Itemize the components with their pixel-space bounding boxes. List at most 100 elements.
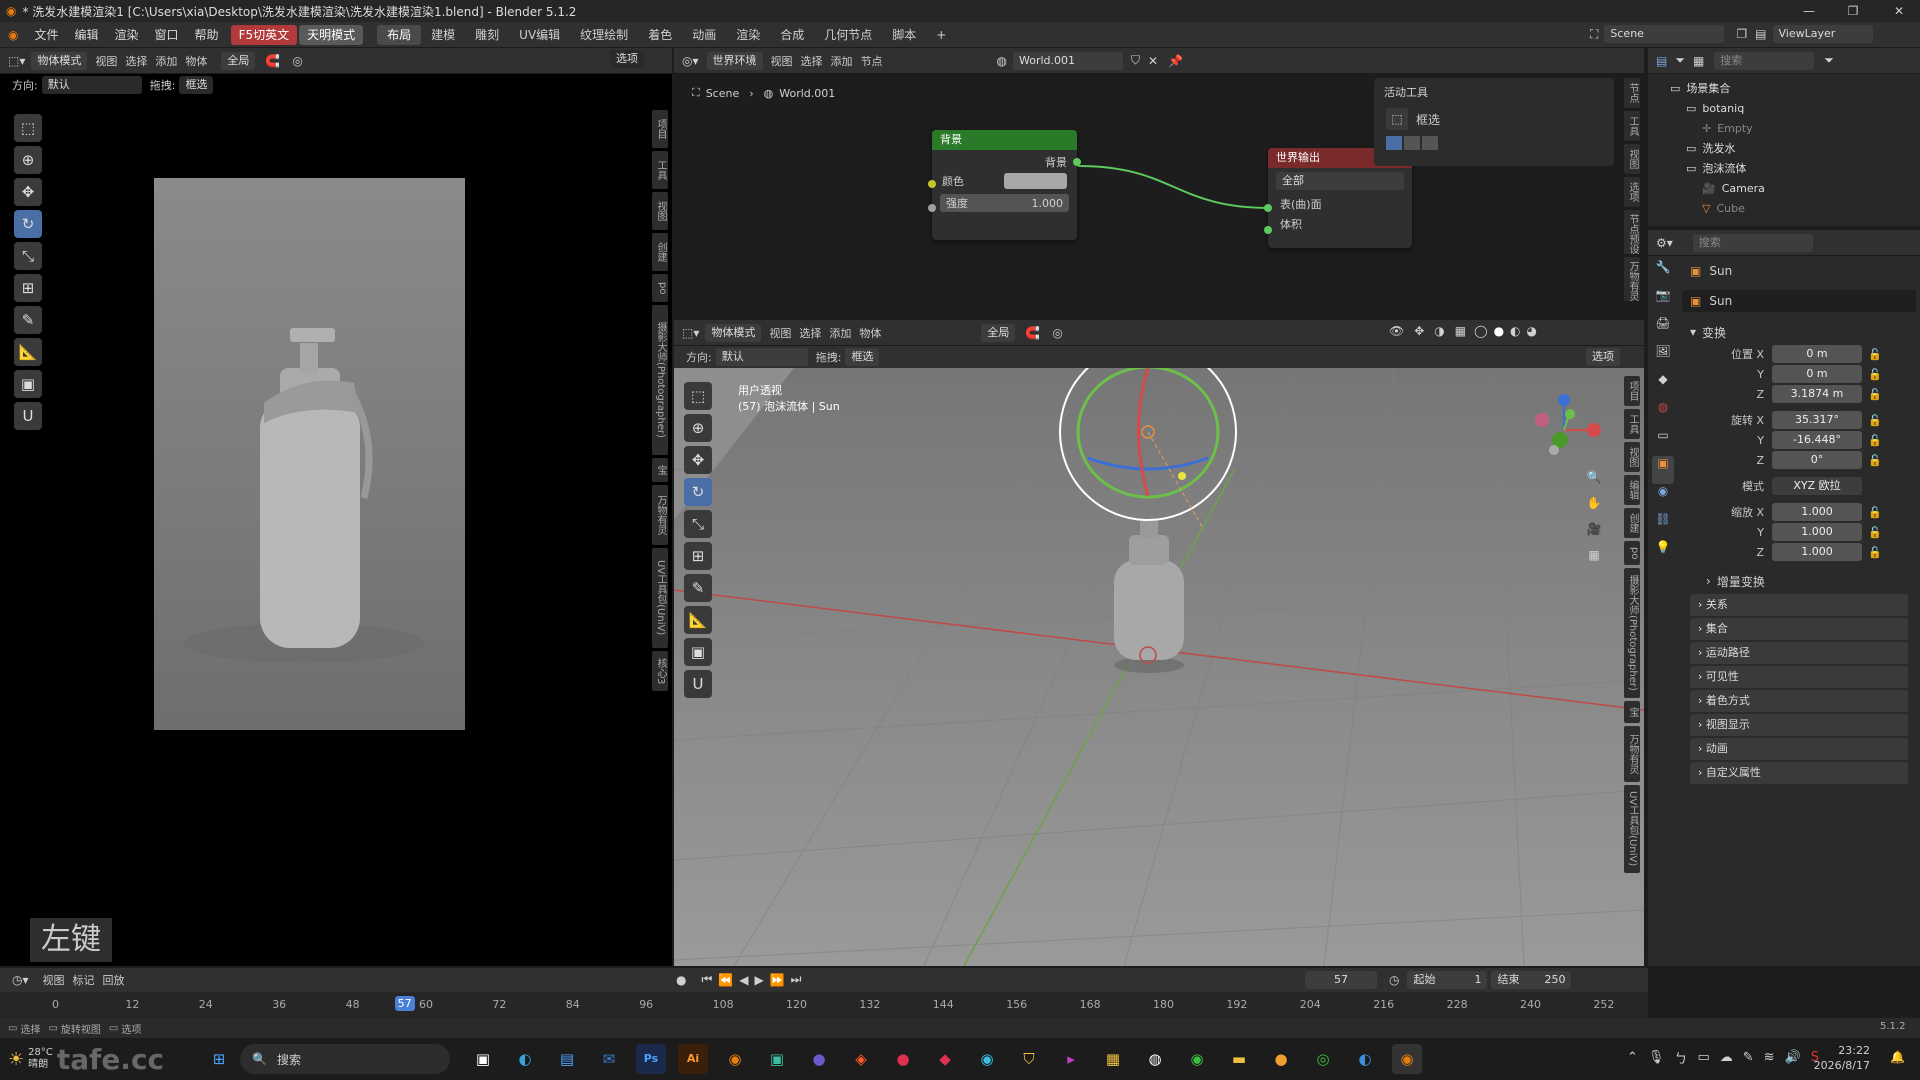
strength-field[interactable]: 强度 1.000 (940, 194, 1069, 212)
box-select-icon[interactable]: ⬚ (1386, 108, 1408, 130)
tab-item[interactable]: 项目 (652, 110, 668, 148)
vp-cursor-tool-icon[interactable]: ⊕ (684, 414, 712, 442)
tab-bao[interactable]: 宝 (652, 458, 668, 482)
tab-scripting[interactable]: 脚本 (882, 25, 926, 45)
object-name[interactable]: Sun (1709, 264, 1732, 278)
tab-geometry-nodes[interactable]: 几何节点 (814, 25, 882, 45)
tab-photographer[interactable]: 摄影大师(Photographer) (652, 305, 668, 455)
play-icon[interactable]: ▶ (754, 973, 763, 987)
add-cube-tool-icon[interactable]: ▣ (14, 370, 42, 398)
solid-shading-icon[interactable]: ● (1494, 324, 1504, 338)
rotation-x-field[interactable]: 35.317° (1772, 411, 1862, 429)
tab-node[interactable]: 节点 (1624, 78, 1640, 108)
select-mode-subtract-icon[interactable] (1422, 136, 1438, 150)
viewport-proportional-icon[interactable]: ◎ (1052, 326, 1062, 340)
app-orb-icon[interactable]: ● (804, 1044, 834, 1074)
menu-select[interactable]: 选择 (125, 53, 147, 69)
record-icon[interactable]: ● (676, 973, 686, 987)
outliner-search[interactable]: 搜索 (1714, 51, 1815, 70)
panel-relations[interactable]: › 关系 (1690, 594, 1908, 616)
tab-wanwu[interactable]: 万物有灵 (652, 485, 668, 545)
scene-selector[interactable]: Scene (1604, 25, 1725, 43)
start-frame-field[interactable]: 起始 1 (1407, 971, 1488, 989)
orient-dropdown[interactable]: 默认 (41, 76, 142, 94)
cursor-tool-icon[interactable]: ⊕ (14, 146, 42, 174)
perspective-toggle-icon[interactable]: ▦ (1582, 548, 1606, 574)
object-data-name[interactable]: Sun (1709, 294, 1732, 308)
tab-uv-edit[interactable]: UV编辑 (509, 25, 570, 45)
file-explorer-icon[interactable]: ▬ (1224, 1044, 1254, 1074)
tab-texture-paint[interactable]: 纹理绘制 (570, 25, 638, 45)
wechat-icon[interactable]: ◉ (1182, 1044, 1212, 1074)
timeline[interactable]: ◷▾ 视图 标记 回放 ● ⏮ ⏪ ◀ ▶ ⏩ ⏭ 57 ◷ 起始 1 结束 250… (0, 968, 1648, 1018)
tab-modeling[interactable]: 建模 (421, 25, 465, 45)
store-icon[interactable]: ▤ (552, 1044, 582, 1074)
tab-layout[interactable]: 布局 (377, 24, 422, 45)
vp-move-tool-icon[interactable]: ✥ (684, 446, 712, 474)
vp-tab-wanwu[interactable]: 万物有灵 (1624, 726, 1640, 782)
timeline-type-icon[interactable]: ◷▾ (12, 973, 29, 987)
rotation-y-field[interactable]: -16.448° (1772, 431, 1862, 449)
minimize-button[interactable]: — (1792, 0, 1826, 22)
background-output-socket[interactable] (1073, 158, 1081, 166)
timeline-ruler[interactable]: 0 12 24 36 48 60 72 84 96 108 120 132 144 156 168 180 19… (0, 992, 1648, 1018)
transform-tool-icon[interactable]: ⊞ (14, 274, 42, 302)
panel-viewport-display[interactable]: › 视图显示 (1690, 714, 1908, 736)
tab-sculpt[interactable]: 雕刻 (465, 25, 509, 45)
vp-orient-dropdown[interactable]: 默认 (715, 348, 808, 366)
scene-tab-icon[interactable]: ◆ (1652, 372, 1674, 400)
location-z-field[interactable]: 3.1874 m (1772, 385, 1862, 403)
volume-input-socket[interactable] (1264, 226, 1272, 234)
tianming-mode-button[interactable]: 天明模式 (299, 24, 364, 45)
menu-edit[interactable]: 编辑 (67, 26, 107, 43)
timeline-menu-playback[interactable]: 回放 (103, 972, 125, 988)
new-scene-icon[interactable]: ❐ (1736, 27, 1747, 41)
camera-view-icon[interactable]: 🎥 (1582, 522, 1606, 548)
vp-tab-photographer[interactable]: 摄影大师(Photographer) (1624, 568, 1640, 698)
transform-orientation-dropdown[interactable]: 全局 (221, 51, 256, 70)
vp-select-box-tool-icon[interactable]: ⬚ (684, 382, 712, 410)
close-button[interactable]: ✕ (1882, 0, 1916, 22)
maximize-button[interactable]: ❐ (1836, 0, 1870, 22)
end-frame-field[interactable]: 结束 250 (1491, 971, 1572, 989)
outlook-icon[interactable]: ✉ (594, 1044, 624, 1074)
switch-english-button[interactable]: F5切英文 (230, 24, 298, 45)
app-shield-icon[interactable]: ⛉ (1014, 1044, 1044, 1074)
pen-icon[interactable]: ✎ (1743, 1050, 1754, 1065)
app-orange-icon[interactable]: ● (1266, 1044, 1296, 1074)
photoshop-icon[interactable]: Ps (636, 1044, 666, 1074)
viewport-menu-select[interactable]: 选择 (799, 325, 821, 341)
play-reverse-icon[interactable]: ◀ (739, 973, 748, 987)
rotate-tool-icon[interactable]: ↻ (14, 210, 42, 238)
tab-node-view[interactable]: 视图 (1624, 144, 1640, 174)
list-item[interactable]: ▽ Cube (1670, 198, 1920, 218)
scale-x-field[interactable]: 1.000 (1772, 503, 1862, 521)
windows-start-icon[interactable]: ⊞ (204, 1044, 234, 1074)
background-node[interactable]: 背景 背景 颜色 强度 1.000 (928, 130, 1081, 240)
lock-icon[interactable]: 🔓 (1868, 388, 1882, 401)
viewport-orientation-dropdown[interactable]: 全局 (981, 323, 1016, 342)
outliner-filter-icon[interactable]: ⏷ (1824, 53, 1834, 68)
taskbar-search[interactable]: 🔍 搜索 (240, 1044, 450, 1074)
menu-add[interactable]: 添加 (155, 53, 177, 69)
app-red-icon[interactable]: ● (888, 1044, 918, 1074)
vp-annotate-tool-icon[interactable]: ✎ (684, 574, 712, 602)
app-purple-icon[interactable]: ▸ (1056, 1044, 1086, 1074)
viewport-menu-add[interactable]: 添加 (829, 325, 851, 341)
lock-icon[interactable]: 🔓 (1868, 348, 1882, 361)
gizmo-icon[interactable]: ✥ (1414, 324, 1424, 338)
tab-view[interactable]: 视图 (652, 192, 668, 230)
add-workspace-button[interactable]: + (926, 25, 956, 45)
timeline-menu-view[interactable]: 视图 (43, 972, 65, 988)
view-layer-tab-icon[interactable]: 🖼 (1652, 344, 1674, 372)
target-dropdown[interactable]: 全部 (1276, 172, 1404, 190)
menu-file[interactable]: 文件 (26, 26, 66, 43)
select-mode-extend-icon[interactable] (1404, 136, 1420, 150)
menu-help[interactable]: 帮助 (187, 26, 227, 43)
transform-panel-header[interactable]: ▾ 变换 (1682, 320, 1916, 344)
viewport-mode-dropdown[interactable]: 物体模式 (705, 323, 762, 342)
viewport-menu-object[interactable]: 物体 (859, 325, 881, 341)
vp-tab-item[interactable]: 项目 (1624, 376, 1640, 406)
app-grid-icon[interactable]: ▦ (1098, 1044, 1128, 1074)
tab-node-options[interactable]: 选项 (1624, 177, 1640, 207)
